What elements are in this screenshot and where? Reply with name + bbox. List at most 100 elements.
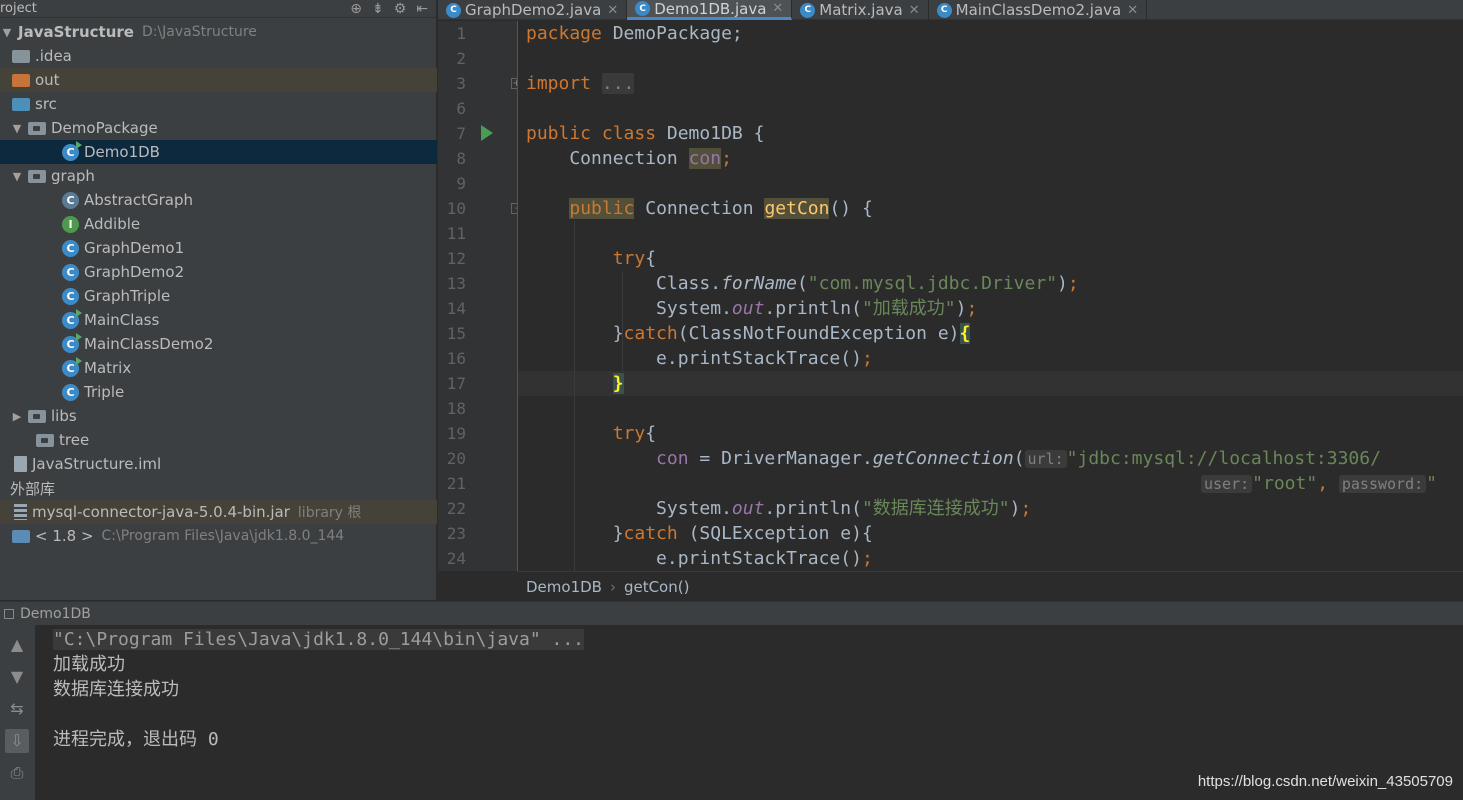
hide-icon[interactable]: ⇤: [416, 1, 428, 17]
locate-icon[interactable]: ⊕: [350, 1, 362, 17]
tab-label: GraphDemo2.java: [465, 1, 602, 19]
tree-item-mainclass[interactable]: C MainClass: [0, 308, 437, 332]
tree-item-mysql-jar[interactable]: mysql-connector-java-5.0.4-bin.jar libra…: [0, 500, 437, 524]
tree-item-demo1db[interactable]: C Demo1DB: [0, 140, 437, 164]
code-line-3: import ...: [526, 73, 635, 94]
source-folder-icon: [12, 97, 30, 111]
class-icon: C: [62, 308, 82, 329]
line-number: 9: [456, 174, 466, 193]
tree-item-label: .idea: [35, 47, 72, 65]
interface-icon: I: [62, 215, 79, 233]
console-line: 数据库连接成功: [53, 679, 179, 700]
chevron-down-icon[interactable]: ▼: [0, 26, 14, 39]
arrow-up-icon[interactable]: ▲: [5, 633, 29, 657]
tree-item-graphtriple[interactable]: C GraphTriple: [0, 284, 437, 308]
line-number: 24: [446, 549, 466, 568]
class-icon: C: [800, 2, 816, 18]
tree-item-demopackage[interactable]: ▼ DemoPackage: [0, 116, 437, 140]
tree-item-graph[interactable]: ▼ graph: [0, 164, 437, 188]
code-line-20: con = DriverManager.getConnection(url: "j…: [656, 448, 1381, 469]
tree-item-external-libraries[interactable]: 外部库: [0, 476, 437, 500]
tree-item-note: C:\Program Files\Java\jdk1.8.0_144: [101, 528, 345, 544]
line-number: 6: [456, 99, 466, 118]
class-icon: C: [62, 140, 82, 161]
package-icon: [36, 433, 54, 447]
breadcrumb-method[interactable]: getCon(): [624, 578, 690, 596]
code-editor[interactable]: package DemoPackage; import ... public c…: [517, 21, 1463, 571]
code-line-8: Connection con;: [526, 148, 732, 169]
tree-item-src[interactable]: src: [0, 92, 437, 116]
close-icon[interactable]: ✕: [607, 3, 618, 18]
chevron-right-icon[interactable]: ▶: [10, 410, 24, 423]
run-config-icon: [4, 608, 14, 619]
line-number: 18: [446, 399, 466, 418]
tree-item-label: src: [35, 95, 57, 113]
current-line-highlight: [518, 371, 1463, 396]
soft-wrap-icon[interactable]: ⇆: [5, 697, 29, 721]
code-line-15: }catch(ClassNotFoundException e){: [612, 323, 971, 344]
tree-item-jdk[interactable]: < 1.8 > C:\Program Files\Java\jdk1.8.0_1…: [0, 524, 437, 548]
line-number: 2: [456, 49, 466, 68]
collapse-icon[interactable]: ⇟: [372, 1, 384, 17]
tree-item-graphdemo2[interactable]: C GraphDemo2: [0, 260, 437, 284]
run-gutter-icon[interactable]: [481, 125, 493, 141]
tree-item-mainclassdemo2[interactable]: C MainClassDemo2: [0, 332, 437, 356]
print-icon[interactable]: ⎙: [5, 761, 29, 785]
tree-item-matrix[interactable]: C Matrix: [0, 356, 437, 380]
tree-item-label: graph: [51, 167, 95, 185]
arrow-down-icon[interactable]: ▼: [5, 665, 29, 689]
tree-item-libs[interactable]: ▶ libs: [0, 404, 437, 428]
jdk-icon: [12, 529, 30, 543]
code-line-23: }catch (SQLException e){: [612, 523, 873, 544]
code-line-21: user: "root", password: ": [1201, 471, 1437, 496]
line-number: 19: [446, 424, 466, 443]
tab-mainclassdemo2[interactable]: C MainClassDemo2.java ✕: [929, 0, 1148, 20]
class-icon: C: [62, 287, 79, 305]
package-icon: [28, 121, 46, 135]
tree-item-tree[interactable]: tree: [0, 428, 437, 452]
watermark: https://blog.csdn.net/weixin_43505709: [1197, 773, 1453, 790]
tab-matrix[interactable]: C Matrix.java ✕: [792, 0, 929, 20]
tree-item-out[interactable]: out: [0, 68, 437, 92]
tree-root-javastructure[interactable]: ▼ JavaStructure D:\JavaStructure: [0, 20, 437, 44]
chevron-down-icon[interactable]: ▼: [10, 170, 24, 183]
chevron-down-icon[interactable]: ▼: [10, 122, 24, 135]
tree-item-label: Triple: [84, 383, 125, 401]
tree-item-label: Matrix: [84, 359, 132, 377]
tree-item-graphdemo1[interactable]: C GraphDemo1: [0, 236, 437, 260]
line-number: 7: [456, 124, 466, 143]
project-panel-title[interactable]: roject: [0, 1, 37, 16]
tab-demo1db[interactable]: C Demo1DB.java ✕: [627, 0, 793, 20]
gear-icon[interactable]: ⚙: [394, 1, 407, 17]
run-panel-title[interactable]: Demo1DB: [20, 606, 91, 622]
project-panel-header: roject ⊕ ⇟ ⚙ ⇤: [0, 0, 436, 18]
code-line-12: try{: [612, 248, 657, 269]
line-number: 22: [446, 499, 466, 518]
close-icon[interactable]: ✕: [909, 3, 920, 18]
tree-item-label: out: [35, 71, 60, 89]
tree-item-triple[interactable]: C Triple: [0, 380, 437, 404]
tree-item-label: MainClass: [84, 311, 160, 329]
line-number: 11: [446, 224, 466, 243]
tree-item-iml[interactable]: JavaStructure.iml: [0, 452, 437, 476]
tree-item-abstractgraph[interactable]: C AbstractGraph: [0, 188, 437, 212]
tree-item-label: libs: [51, 407, 77, 425]
code-line-19: try{: [612, 423, 657, 444]
tree-item-idea[interactable]: .idea: [0, 44, 437, 68]
code-line-24: e.printStackTrace();: [526, 548, 873, 569]
close-icon[interactable]: ✕: [1127, 3, 1138, 18]
tab-graphdemo2[interactable]: C GraphDemo2.java ✕: [438, 0, 628, 20]
breadcrumb-class[interactable]: Demo1DB: [526, 578, 602, 596]
code-line-7: public class Demo1DB {: [526, 123, 765, 144]
tree-root-label: JavaStructure: [18, 23, 134, 41]
module-file-icon: [14, 456, 27, 472]
line-number: 14: [446, 299, 466, 318]
close-icon[interactable]: ✕: [772, 1, 783, 16]
line-number: 15: [446, 324, 466, 343]
project-panel-tools: ⊕ ⇟ ⚙ ⇤: [350, 1, 428, 17]
abstract-class-icon: C: [62, 191, 79, 209]
line-number: 21: [446, 474, 466, 493]
scroll-to-end-icon[interactable]: ⇩: [5, 729, 29, 753]
tree-item-addible[interactable]: I Addible: [0, 212, 437, 236]
